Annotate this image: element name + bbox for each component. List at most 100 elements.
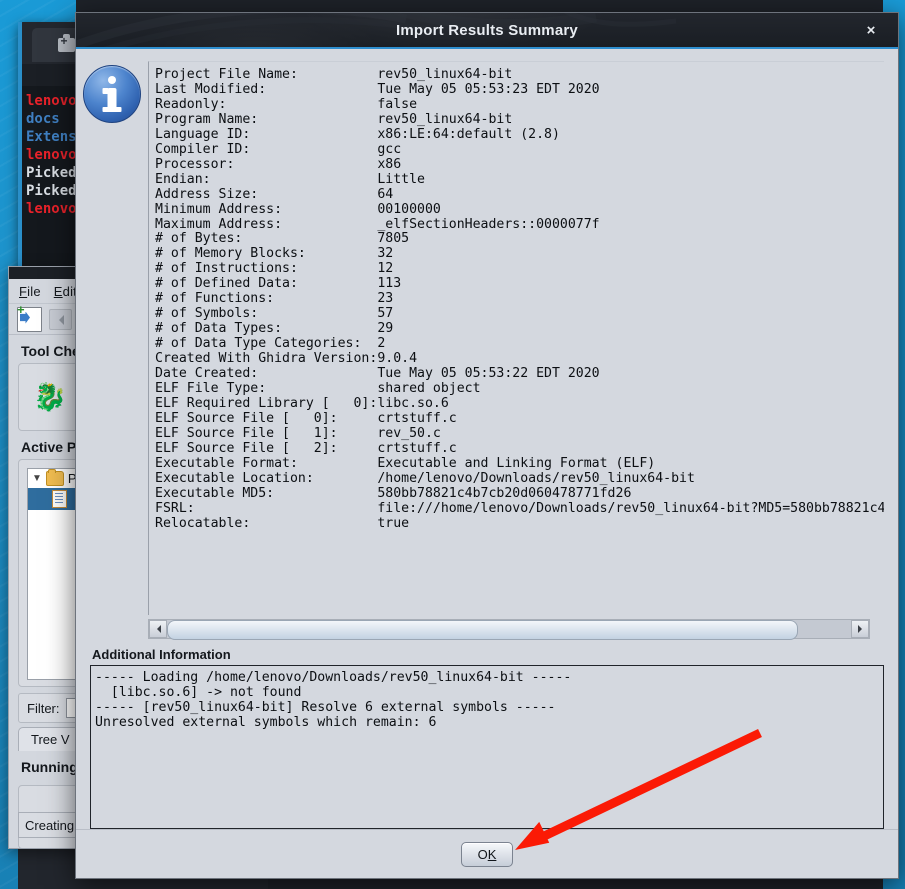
summary-row-value: _elfSectionHeaders::0000077f	[377, 216, 600, 232]
summary-row: Executable MD5: 580bb78821c4b7cb20d060478…	[155, 485, 884, 502]
dialog-body: Project File Name: rev50_linux64-bit Last …	[76, 49, 898, 878]
summary-row-key: Language ID:	[155, 126, 251, 142]
summary-row-value: shared object	[377, 381, 481, 397]
summary-row-key: Last Modified:	[155, 81, 267, 97]
summary-row: # of Data Types: 29	[155, 321, 884, 337]
info-icon-dot	[108, 76, 116, 84]
summary-row: # of Bytes: 7805	[155, 232, 884, 247]
summary-row-value: x86	[377, 156, 402, 172]
summary-row-key: Date Created:	[155, 366, 259, 382]
summary-row: ELF Source File [ 0]: crtstuff.c	[155, 411, 884, 427]
summary-row-value: 29	[377, 321, 394, 337]
scroll-left-arrow-icon[interactable]	[149, 620, 167, 638]
summary-row-key: Project File Name:	[155, 67, 298, 82]
ok-button[interactable]: OK	[460, 841, 514, 867]
summary-row-key: Processor:	[155, 156, 235, 172]
summary-row-key: Relocatable:	[155, 515, 251, 531]
summary-row-key: Executable Format:	[155, 455, 298, 471]
summary-row: ELF File Type: shared object	[155, 381, 884, 397]
dialog-titlebar[interactable]: Import Results Summary ×	[76, 13, 898, 49]
summary-row-key: ELF Source File [ 2]:	[155, 440, 338, 456]
summary-row-key: Executable MD5:	[155, 485, 275, 501]
ok-label-mnemonic: K	[487, 846, 497, 862]
close-icon[interactable]: ×	[858, 13, 884, 47]
summary-row-key: Executable Location:	[155, 470, 314, 486]
summary-row-value: /home/lenovo/Downloads/rev50_linux64-bit	[377, 470, 695, 486]
summary-row: Last Modified: Tue May 05 05:53:23 EDT 20…	[155, 81, 884, 98]
summary-row-value: 580bb78821c4b7cb20d060478771fd26	[377, 485, 632, 501]
dialog-title: Import Results Summary	[396, 21, 578, 39]
summary-row: Processor: x86	[155, 156, 884, 173]
scrollbar-thumb[interactable]	[167, 620, 799, 640]
summary-row-value: 23	[377, 291, 394, 307]
summary-row: Endian: Little	[155, 171, 884, 188]
summary-text-panel[interactable]: Project File Name: rev50_linux64-bit Last …	[148, 61, 884, 615]
chevron-down-icon[interactable]: ▼	[32, 473, 42, 484]
summary-row-value: 113	[377, 276, 402, 292]
additional-information-label: Additional Information	[92, 647, 231, 662]
back-arrow-icon[interactable]	[49, 308, 72, 330]
summary-row-key: FSRL:	[155, 500, 195, 516]
summary-row: # of Instructions: 12	[155, 261, 884, 277]
summary-row-key: ELF Source File [ 1]:	[155, 425, 338, 441]
summary-row: # of Symbols: 57	[155, 306, 884, 322]
summary-area: Project File Name: rev50_linux64-bit Last …	[148, 61, 884, 640]
menu-file[interactable]: File	[19, 284, 41, 299]
summary-row: Compiler ID: gcc	[155, 141, 884, 158]
summary-row: Program Name: rev50_linux64-bit	[155, 111, 884, 128]
additional-information-panel[interactable]: ----- Loading /home/lenovo/Downloads/rev…	[90, 665, 884, 829]
summary-row: Maximum Address: _elfSectionHeaders::0000…	[155, 216, 884, 233]
additional-information-line: [libc.so.6] -> not found	[95, 685, 302, 700]
summary-row-value: 32	[377, 246, 394, 262]
summary-row: # of Defined Data: 113	[155, 276, 884, 292]
summary-row-key: # of Memory Blocks:	[155, 246, 306, 262]
summary-row: Project File Name: rev50_linux64-bit	[155, 67, 884, 83]
summary-row-key: # of Symbols:	[155, 306, 259, 322]
summary-row-value: Executable and Linking Format (ELF)	[377, 455, 656, 471]
filter-label: Filter:	[27, 700, 60, 716]
summary-row-value: rev50_linux64-bit	[377, 67, 513, 82]
additional-information-line: ----- Loading /home/lenovo/Downloads/rev…	[95, 670, 572, 685]
summary-row: # of Functions: 23	[155, 291, 884, 307]
menu-edit[interactable]: Edit	[54, 284, 77, 299]
dialog-footer: OK	[76, 829, 898, 878]
import-results-summary-dialog[interactable]: Import Results Summary × Project File Na…	[75, 12, 899, 879]
summary-row-key: Compiler ID:	[155, 141, 251, 157]
summary-row: ELF Required Library [ 0]: libc.so.6	[155, 395, 884, 412]
summary-row-value: libc.so.6	[377, 395, 449, 411]
summary-row-value: crtstuff.c	[377, 440, 457, 456]
summary-row-value: Tue May 05 05:53:23 EDT 2020	[377, 81, 600, 97]
ghidra-dragon-icon[interactable]: 🐉	[33, 381, 67, 413]
summary-row-value: gcc	[377, 141, 402, 157]
scrollbar-track[interactable]	[167, 620, 851, 640]
summary-row-key: Address Size:	[155, 186, 259, 202]
terminal-left-edge	[18, 22, 22, 277]
info-icon	[83, 65, 141, 123]
summary-row-value: Little	[377, 171, 425, 187]
scroll-right-arrow-icon[interactable]	[851, 620, 869, 638]
summary-row-key: Created With Ghidra Version:	[155, 351, 378, 367]
summary-row: FSRL: file:///home/lenovo/Downloads/rev50…	[155, 500, 884, 517]
summary-row: Minimum Address: 00100000	[155, 201, 884, 218]
summary-row-key: Program Name:	[155, 111, 259, 127]
summary-row-value: 2	[377, 336, 386, 352]
summary-row-value: 00100000	[377, 201, 441, 217]
summary-row-value: Tue May 05 05:53:22 EDT 2020	[377, 366, 600, 382]
summary-row-key: Endian:	[155, 171, 211, 187]
summary-row-value: 12	[377, 261, 394, 277]
summary-row: Language ID: x86:LE:64:default (2.8)	[155, 126, 884, 143]
tab-tree-view[interactable]: Tree V	[18, 727, 83, 751]
dialog-icon-column	[76, 49, 148, 639]
summary-horizontal-scrollbar[interactable]	[148, 619, 870, 640]
new-project-icon[interactable]	[17, 302, 42, 332]
summary-row-value: rev_50.c	[377, 425, 441, 441]
summary-row-key: # of Bytes:	[155, 231, 243, 247]
summary-row-key: # of Data Type Categories:	[155, 336, 362, 352]
additional-information-section: Additional Information ----- Loading /ho…	[90, 647, 884, 829]
summary-row-value: 7805	[377, 231, 410, 247]
summary-row: Date Created: Tue May 05 05:53:22 EDT 202…	[155, 366, 884, 382]
summary-row: # of Data Type Categories: 2	[155, 336, 884, 352]
summary-row-key: # of Defined Data:	[155, 276, 298, 292]
summary-row-value: true	[377, 515, 410, 531]
summary-row: Address Size: 64	[155, 186, 884, 203]
